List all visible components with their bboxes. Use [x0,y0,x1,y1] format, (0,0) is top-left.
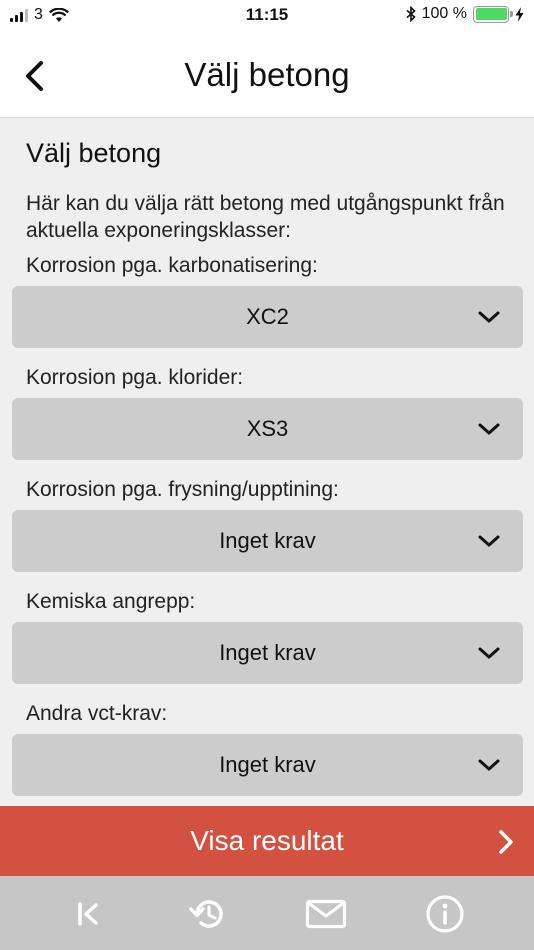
field-label-karbonatisering: Korrosion pga. karbonatisering: [26,254,318,277]
dropdown-value: XC2 [246,304,289,329]
tab-history[interactable] [186,894,230,934]
section-title: Välj betong [26,138,162,168]
main-content: Välj betong Här kan du välja rätt betong… [0,118,534,806]
dropdown-value: XS3 [246,416,289,441]
status-bar: 3 11:15 100 % [0,0,534,32]
chevron-down-icon [478,311,500,323]
bottom-tab-bar [0,876,534,950]
dropdown-value: Inget krav [219,528,316,553]
bluetooth-icon [406,6,416,22]
battery-icon [473,5,513,23]
battery-percent: 100 % [421,5,467,22]
dropdown-vct[interactable]: Inget krav [12,734,523,796]
dropdown-kemiska[interactable]: Inget krav [12,622,523,684]
status-right: 100 % [406,5,524,23]
chevron-down-icon [478,535,500,547]
field-label-vct: Andra vct-krav: [26,702,168,725]
charging-bolt-icon [515,6,524,22]
mail-icon [305,899,347,929]
dropdown-value: Inget krav [219,640,316,665]
show-result-label: Visa resultat [190,825,344,856]
field-label-klorider: Korrosion pga. klorider: [26,366,244,389]
field-label-frysning: Korrosion pga. frysning/upptining: [26,478,339,501]
dropdown-klorider[interactable]: XS3 [12,398,523,460]
show-result-button[interactable]: Visa resultat [0,806,534,876]
tab-first-page[interactable] [66,894,110,934]
chevron-down-icon [478,759,500,771]
info-icon [426,895,464,933]
chevron-down-icon [478,423,500,435]
dropdown-frysning[interactable]: Inget krav [12,510,523,572]
dropdown-value: Inget krav [219,752,316,777]
first-page-icon [78,902,98,926]
chevron-right-icon [499,830,513,854]
history-icon [189,900,223,928]
chevron-down-icon [478,647,500,659]
tab-info[interactable] [423,894,467,934]
intro-text: Här kan du välja rätt betong med utgångs… [26,192,505,242]
page-title: Välj betong [184,56,350,93]
tab-mail[interactable] [304,894,348,934]
dropdown-karbonatisering[interactable]: XC2 [12,286,523,348]
navigation-bar: Välj betong [0,32,534,118]
field-label-kemiska: Kemiska angrepp: [26,590,196,613]
